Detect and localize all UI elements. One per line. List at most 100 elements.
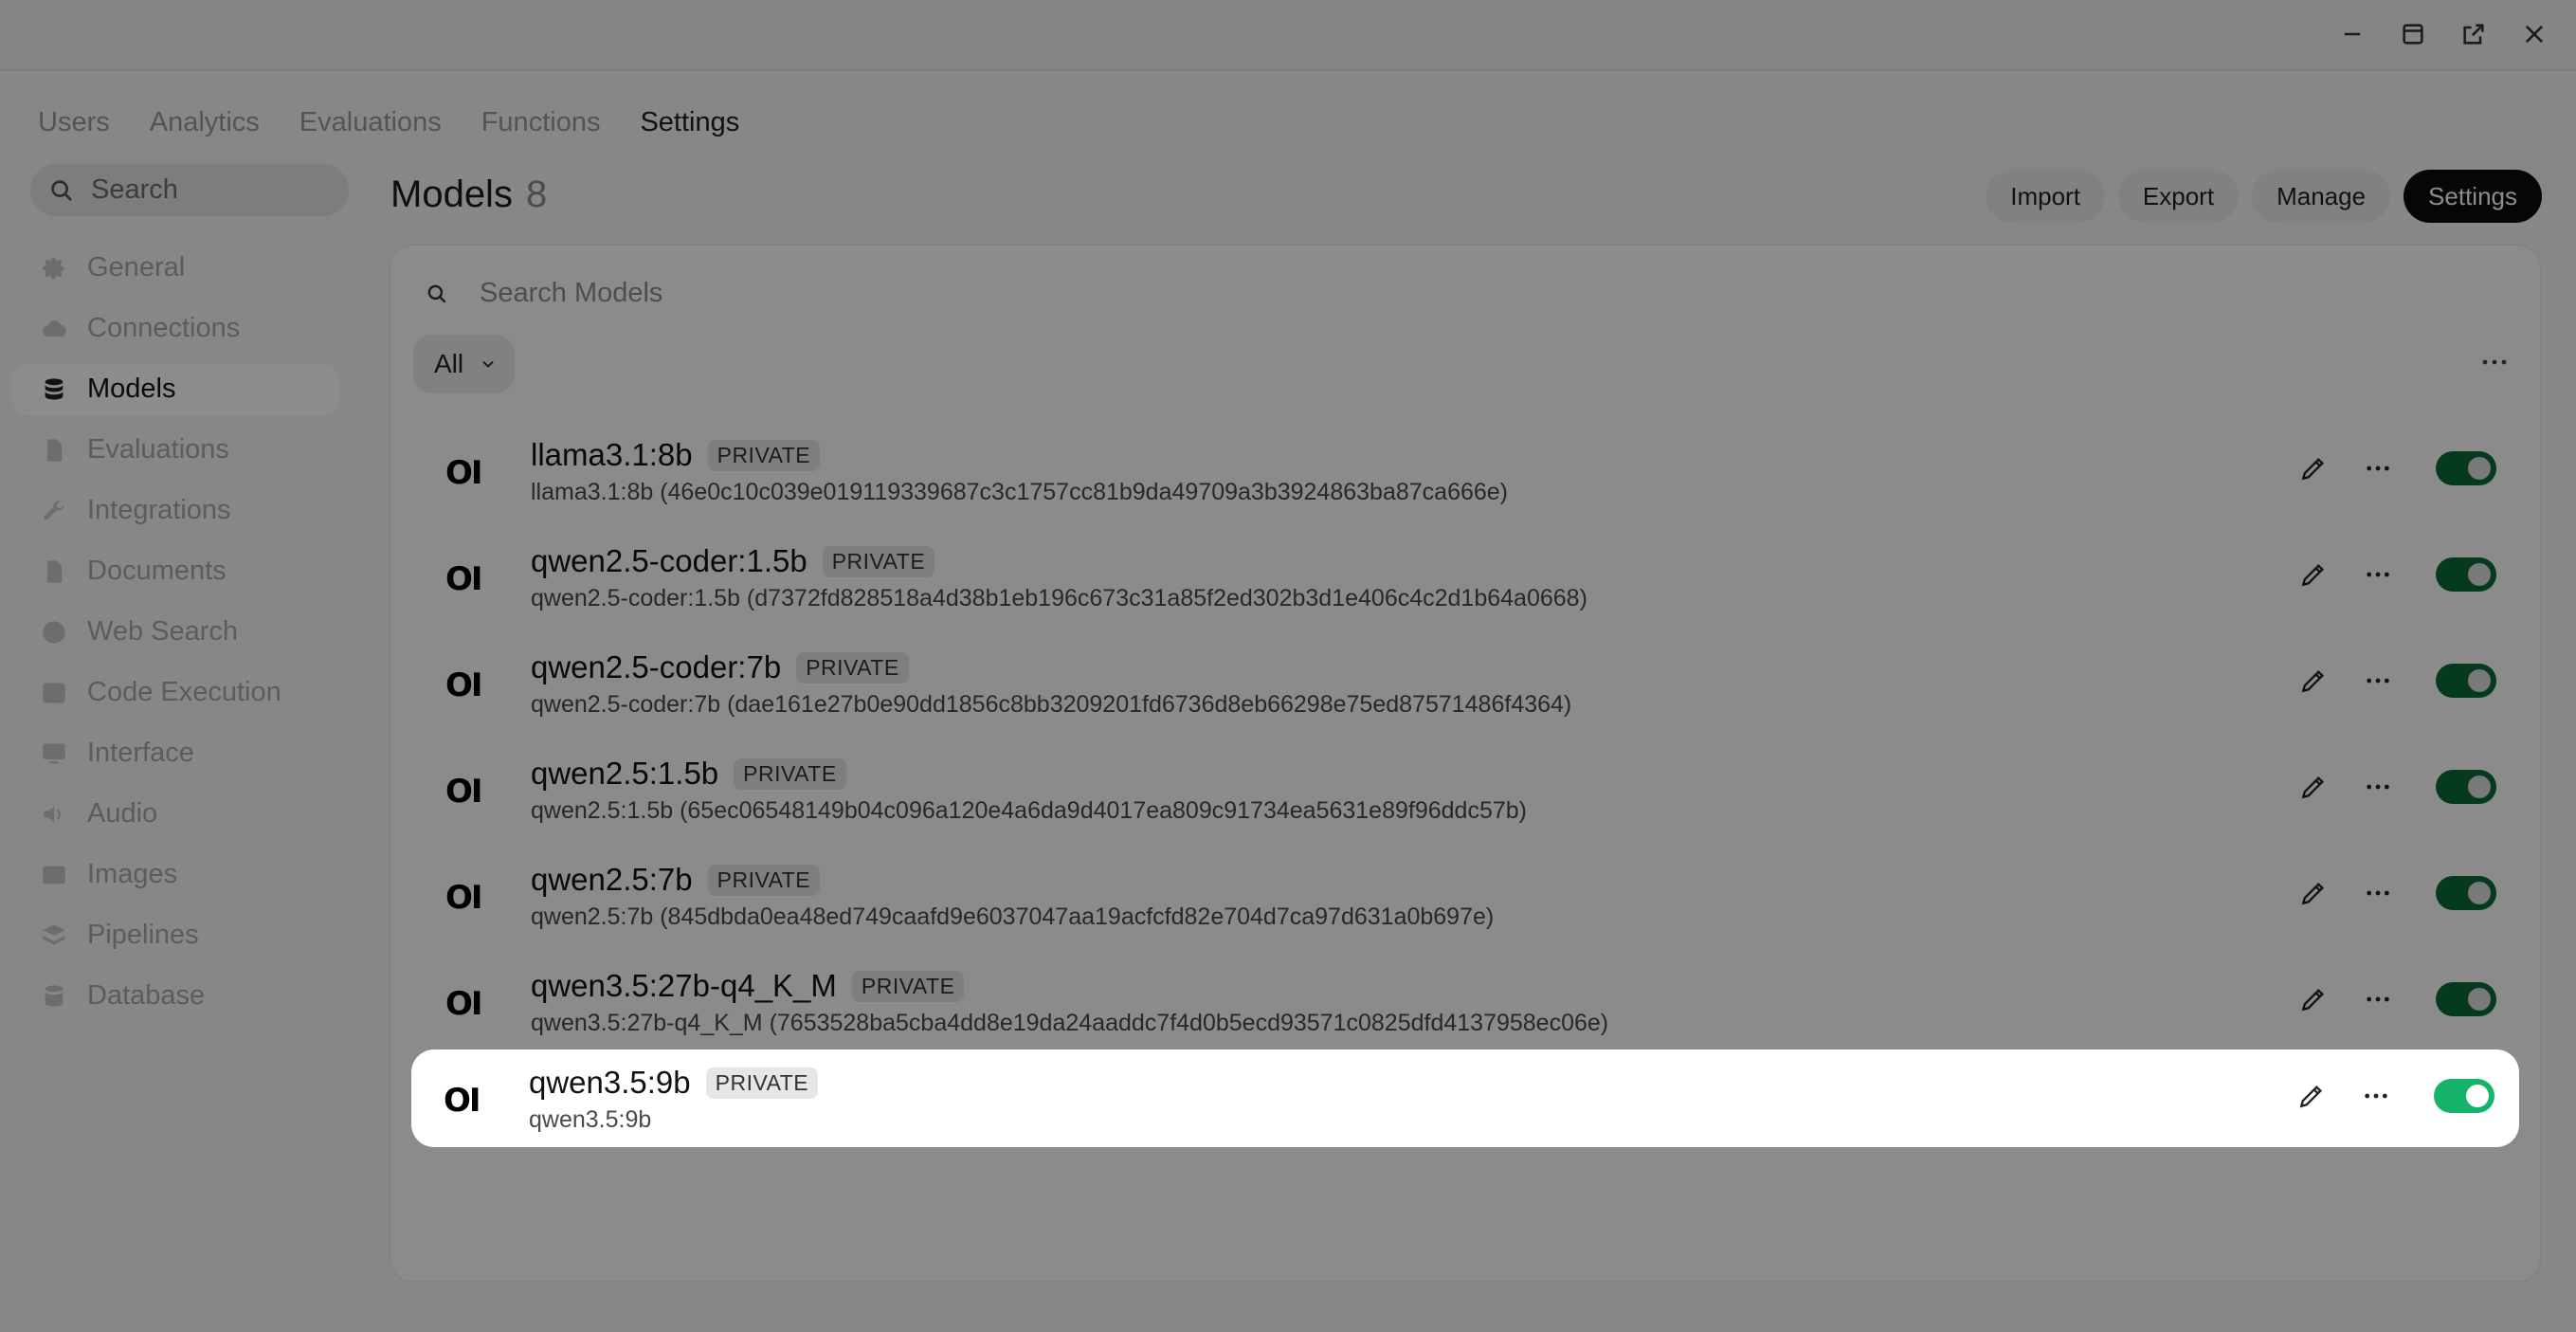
model-enabled-toggle[interactable] — [2436, 876, 2496, 910]
models-search-input[interactable]: Search Models — [425, 278, 662, 309]
search-icon — [51, 179, 72, 201]
edit-button[interactable] — [2294, 555, 2333, 594]
search-icon — [427, 284, 446, 303]
close-button[interactable] — [2513, 13, 2555, 55]
minimize-icon — [2344, 32, 2361, 36]
page-title: Models 8 — [390, 173, 547, 216]
tab-users[interactable]: Users — [38, 107, 110, 138]
row-more-button[interactable] — [2358, 661, 2398, 701]
import-button[interactable]: Import — [1986, 170, 2105, 223]
sidebar-item-connections[interactable]: Connections — [11, 302, 339, 355]
maximize-button[interactable] — [2392, 13, 2434, 55]
sidebar-item-models[interactable]: Models — [11, 363, 339, 415]
sidebar-item-web-search[interactable]: Web Search — [11, 606, 339, 658]
private-badge: PRIVATE — [707, 864, 821, 896]
model-name: llama3.1:8b — [531, 437, 693, 472]
tab-functions[interactable]: Functions — [481, 107, 601, 138]
row-more-button[interactable] — [2358, 448, 2398, 488]
settings-sidebar: General Connections Models Evaluations I… — [11, 242, 339, 1031]
wrench-icon — [44, 500, 64, 520]
popout-button[interactable] — [2453, 13, 2494, 55]
ellipsis-icon — [2367, 678, 2389, 684]
models-search-placeholder: Search Models — [480, 278, 663, 308]
model-name: qwen2.5:7b — [531, 862, 693, 897]
sidebar-item-documents[interactable]: Documents — [11, 545, 339, 597]
model-logo: OI — [445, 773, 483, 811]
model-row-highlighted[interactable]: OI qwen3.5:9b PRIVATE qwen3.5:9b — [411, 1049, 2519, 1147]
export-button[interactable]: Export — [2117, 170, 2240, 223]
sidebar-search-input[interactable]: Search — [30, 164, 349, 216]
sidebar-item-label: Database — [87, 980, 206, 1011]
sidebar-item-database[interactable]: Database — [11, 970, 339, 1022]
private-badge: PRIVATE — [707, 439, 821, 471]
title-bar — [0, 0, 2576, 71]
model-enabled-toggle[interactable] — [2436, 770, 2496, 804]
edit-button[interactable] — [2294, 448, 2333, 488]
model-row[interactable]: OI qwen3.5:27b-q4_K_M PRIVATE qwen3.5:27b… — [413, 953, 2521, 1050]
model-row[interactable]: OI qwen2.5-coder:1.5b PRIVATE qwen2.5-cod… — [413, 528, 2521, 626]
sidebar-item-images[interactable]: Images — [11, 848, 339, 901]
tab-evaluations[interactable]: Evaluations — [299, 107, 442, 138]
tab-settings[interactable]: Settings — [640, 107, 739, 138]
filter-dropdown[interactable]: All — [413, 335, 516, 393]
row-more-button[interactable] — [2358, 873, 2398, 913]
pencil-icon — [2301, 882, 2325, 905]
sidebar-item-label: Pipelines — [87, 920, 199, 950]
model-row[interactable]: OI llama3.1:8b PRIVATE llama3.1:8b (46e0c… — [413, 422, 2521, 520]
edit-button[interactable] — [2292, 1076, 2331, 1116]
model-enabled-toggle[interactable] — [2434, 1079, 2494, 1113]
pencil-icon — [2301, 775, 2325, 799]
model-row[interactable]: OI qwen2.5:7b PRIVATE qwen2.5:7b (845dbda… — [413, 847, 2521, 944]
page-title-text: Models — [390, 173, 513, 215]
model-enabled-toggle[interactable] — [2436, 557, 2496, 592]
sidebar-item-audio[interactable]: Audio — [11, 788, 339, 840]
minimize-button[interactable] — [2331, 13, 2373, 55]
sidebar-item-code-execution[interactable]: Code Execution — [11, 666, 339, 719]
model-row[interactable]: OI qwen2.5:1.5b PRIVATE qwen2.5:1.5b (65e… — [413, 740, 2521, 838]
pencil-icon — [2301, 669, 2325, 693]
row-more-button[interactable] — [2358, 555, 2398, 594]
model-enabled-toggle[interactable] — [2436, 664, 2496, 698]
row-more-button[interactable] — [2358, 767, 2398, 807]
model-enabled-toggle[interactable] — [2436, 982, 2496, 1016]
speaker-icon — [44, 806, 61, 822]
globe-icon — [43, 620, 65, 644]
sidebar-item-general[interactable]: General — [11, 242, 339, 294]
model-id: qwen2.5:1.5b (65ec06548149b04c096a120e4a… — [531, 797, 1527, 824]
edit-button[interactable] — [2294, 767, 2333, 807]
document-icon — [47, 559, 63, 583]
model-row[interactable]: OI qwen2.5-coder:7b PRIVATE qwen2.5-coder… — [413, 634, 2521, 732]
sidebar-item-label: General — [87, 252, 186, 283]
edit-button[interactable] — [2294, 661, 2333, 701]
row-more-button[interactable] — [2356, 1076, 2396, 1116]
model-name: qwen3.5:9b — [529, 1065, 691, 1100]
sidebar-item-interface[interactable]: Interface — [11, 727, 339, 779]
row-more-button[interactable] — [2358, 979, 2398, 1019]
sidebar-item-integrations[interactable]: Integrations — [11, 484, 339, 537]
edit-button[interactable] — [2294, 873, 2333, 913]
models-list: OI llama3.1:8b PRIVATE llama3.1:8b (46e0c… — [413, 422, 2521, 1059]
more-options-icon[interactable] — [2477, 348, 2512, 376]
model-logo: OI — [445, 879, 483, 917]
ellipsis-icon — [2367, 890, 2389, 896]
model-logo: OI — [445, 560, 483, 598]
sidebar-item-evaluations[interactable]: Evaluations — [11, 424, 339, 476]
document-icon — [47, 438, 63, 462]
private-badge: PRIVATE — [822, 545, 935, 577]
models-count: 8 — [525, 173, 548, 215]
model-name: qwen3.5:27b-q4_K_M — [531, 968, 837, 1003]
pencil-icon — [2299, 1085, 2323, 1108]
model-logo: OI — [444, 1082, 481, 1120]
pencil-icon — [2301, 563, 2325, 587]
admin-top-nav: Users Analytics Evaluations Functions Se… — [38, 107, 739, 138]
model-logo: OI — [445, 666, 483, 704]
tab-analytics[interactable]: Analytics — [150, 107, 260, 138]
sidebar-item-label: Models — [87, 374, 176, 404]
manage-button[interactable]: Manage — [2252, 170, 2391, 223]
model-enabled-toggle[interactable] — [2436, 451, 2496, 485]
ellipsis-icon — [2367, 572, 2389, 577]
private-badge: PRIVATE — [705, 1067, 819, 1099]
settings-button[interactable]: Settings — [2404, 170, 2542, 223]
edit-button[interactable] — [2294, 979, 2333, 1019]
sidebar-item-pipelines[interactable]: Pipelines — [11, 909, 339, 961]
